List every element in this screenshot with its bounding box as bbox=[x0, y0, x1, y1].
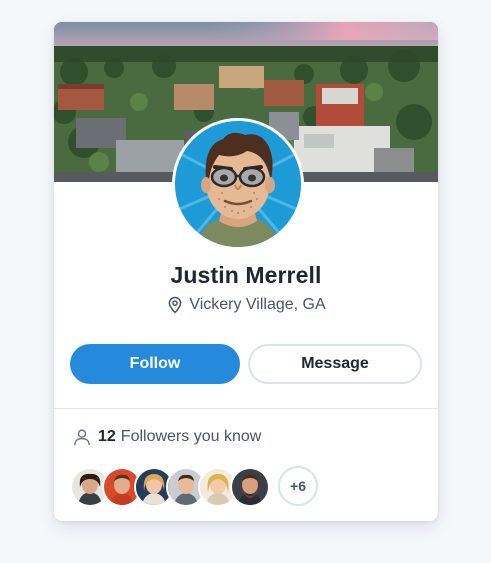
follow-button[interactable]: Follow bbox=[70, 344, 240, 384]
follower-avatars: +6 bbox=[70, 465, 330, 507]
profile-card: Justin Merrell Vickery Village, GA Follo… bbox=[54, 22, 438, 521]
profile-avatar[interactable] bbox=[172, 118, 304, 250]
cartoon-avatar-icon bbox=[175, 121, 301, 247]
message-button[interactable]: Message bbox=[248, 344, 422, 384]
followers-count: 12 bbox=[98, 428, 116, 445]
mutual-followers: 12 Followers you know bbox=[72, 427, 261, 447]
location-text: Vickery Village, GA bbox=[189, 296, 326, 313]
location-pin-icon bbox=[168, 296, 182, 314]
profile-name: Justin Merrell bbox=[170, 262, 322, 288]
user-icon bbox=[74, 429, 90, 446]
divider bbox=[54, 408, 438, 409]
more-followers-button[interactable]: +6 bbox=[278, 466, 318, 506]
follower-avatar[interactable] bbox=[230, 467, 270, 507]
person-photo-icon bbox=[232, 469, 268, 505]
followers-label: Followers you know bbox=[120, 428, 262, 445]
profile-location: Vickery Village, GA bbox=[54, 296, 438, 314]
